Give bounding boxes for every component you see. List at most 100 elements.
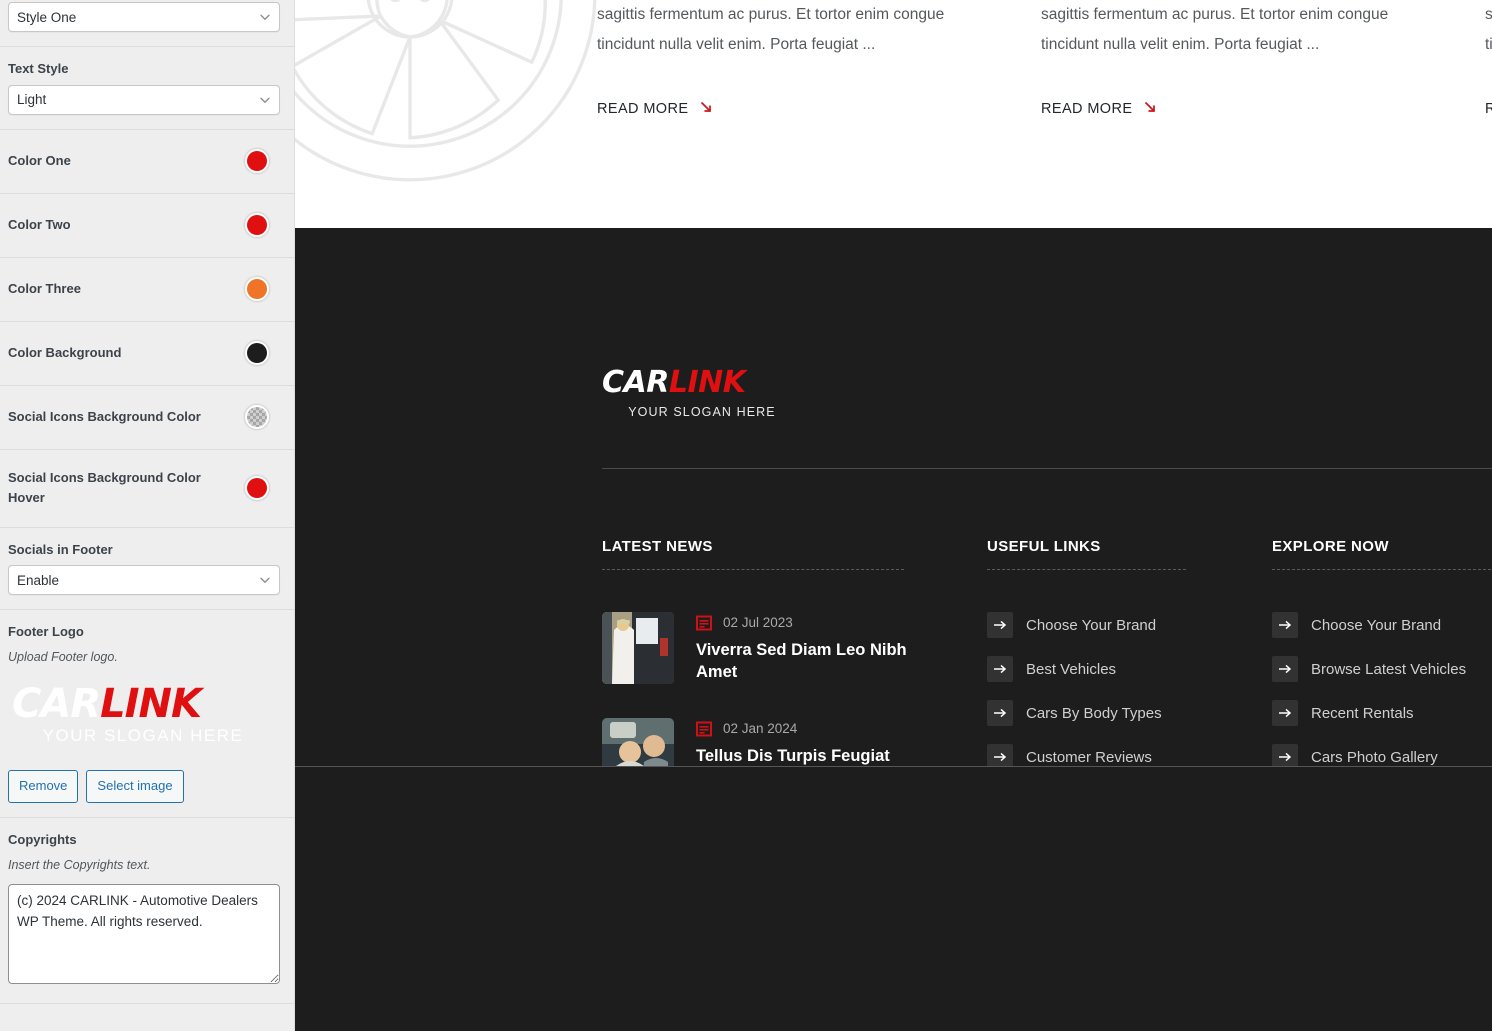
copyrights-section: Copyrights Insert the Copyrights text. — [0, 818, 294, 1005]
posts-excerpt-strip: sagittis fermentum ac purus. Et tortor e… — [295, 0, 1492, 228]
news-date: 02 Jan 2024 — [723, 721, 798, 736]
logo-slogan: YOUR SLOGAN HERE — [42, 726, 244, 746]
list-item-label: Cars By Body Types — [1026, 704, 1162, 722]
heading-dashed-rule — [987, 569, 1186, 570]
explore-now-heading: EXPLORE NOW — [1272, 538, 1389, 555]
social-icons-bg-hover-swatch[interactable] — [244, 475, 270, 501]
text-style-section: Text Style Light — [0, 47, 294, 130]
calendar-icon — [696, 720, 712, 737]
list-item-label: Browse Latest Vehicles — [1311, 660, 1467, 678]
remove-logo-button[interactable]: Remove — [8, 770, 79, 804]
color-three-swatch[interactable] — [244, 276, 270, 302]
list-item-label: Recent Rentals — [1311, 704, 1414, 722]
read-more-link[interactable]: READ MORE — [1485, 100, 1492, 118]
excerpt-column: sagittis fermentum ac purus. Et tortor e… — [1041, 0, 1485, 118]
news-thumbnail-image — [602, 612, 674, 684]
select-image-button[interactable]: Select image — [86, 770, 184, 804]
arrow-right-icon — [987, 656, 1013, 682]
footer-logo-preview: CARLINK YOUR SLOGAN HERE — [8, 676, 280, 756]
list-item-label: Cars Photo Gallery — [1311, 748, 1438, 766]
text-style-select[interactable]: Light — [8, 84, 280, 115]
color-swatch-dot — [247, 279, 267, 299]
list-item-label: Choose Your Brand — [1026, 616, 1157, 634]
news-body: 02 Jul 2023 Viverra Sed Diam Leo Nibh Am… — [696, 612, 911, 684]
copyrights-label: Copyrights — [8, 832, 77, 848]
color-one-swatch[interactable] — [244, 148, 270, 174]
read-more-label: READ MORE — [597, 101, 689, 117]
chevron-down-icon — [259, 94, 271, 106]
transparent-checker-dot — [247, 407, 267, 427]
footer-logo[interactable]: CARLINK YOUR SLOGAN HERE — [602, 228, 1492, 420]
footer-logo-text-link: LINK — [668, 365, 746, 400]
arrow-right-icon — [1272, 612, 1298, 638]
read-more-label: READ MORE — [1485, 101, 1492, 117]
footer-inner: CARLINK YOUR SLOGAN HERE — [295, 228, 1492, 420]
list-item-label: Choose Your Brand — [1311, 616, 1442, 634]
calendar-icon — [696, 614, 712, 631]
latest-news-heading: LATEST NEWS — [602, 538, 713, 555]
excerpt-columns: sagittis fermentum ac purus. Et tortor e… — [597, 0, 1492, 118]
color-two-swatch[interactable] — [244, 212, 270, 238]
style-select[interactable]: Style One — [8, 2, 280, 32]
socials-in-footer-section: Socials in Footer Enable — [0, 527, 294, 610]
logo-text-link: LINK — [100, 681, 202, 728]
heading-dashed-rule — [1272, 569, 1491, 570]
list-item[interactable]: Choose Your Brand — [987, 612, 1272, 638]
news-date-row: 02 Jan 2024 — [696, 720, 911, 737]
read-more-link[interactable]: READ MORE — [1041, 100, 1157, 118]
footer-logo-buttons: Remove Select image — [8, 770, 282, 804]
color-row-color-background[interactable]: Color Background — [0, 322, 294, 386]
news-title[interactable]: Viverra Sed Diam Leo Nibh Amet — [696, 639, 911, 683]
news-item[interactable]: 02 Jul 2023 Viverra Sed Diam Leo Nibh Am… — [602, 612, 987, 684]
excerpt-text: sagittis fermentum ac purus. Et tortor e… — [1485, 6, 1492, 53]
footer-bottom-bar — [295, 767, 1492, 1031]
copyrights-description: Insert the Copyrights text. — [8, 857, 151, 872]
excerpt-text: sagittis fermentum ac purus. Et tortor e… — [597, 6, 945, 53]
social-icons-bg-label: Social Icons Background Color — [8, 408, 201, 424]
footer-logo-text-car: CAR — [602, 365, 669, 400]
socials-in-footer-value: Enable — [17, 572, 60, 588]
social-icons-bg-hover-label: Social Icons Background Color Hover — [8, 469, 201, 505]
style-one-section: Style One — [0, 0, 294, 47]
footer-logo-description: Upload Footer logo. — [8, 649, 118, 664]
news-date-row: 02 Jul 2023 — [696, 614, 911, 631]
arrow-right-icon — [1272, 700, 1298, 726]
copyrights-textarea[interactable] — [8, 884, 280, 985]
color-background-swatch[interactable] — [244, 340, 270, 366]
wheel-watermark-icon — [295, 0, 597, 182]
color-swatch-dot — [247, 343, 267, 363]
color-swatch-dot — [247, 478, 267, 498]
footer-logo-slogan: YOUR SLOGAN HERE — [628, 405, 776, 419]
list-item[interactable]: Best Vehicles — [987, 656, 1272, 682]
social-icons-bg-swatch[interactable] — [244, 404, 270, 430]
list-item-label: Best Vehicles — [1026, 660, 1117, 678]
style-select-value: Style One — [17, 9, 77, 25]
color-three-label: Color Three — [8, 280, 81, 296]
arrow-right-icon — [1272, 656, 1298, 682]
arrow-down-right-icon — [1143, 100, 1157, 118]
socials-in-footer-select[interactable]: Enable — [8, 565, 280, 595]
list-item[interactable]: Cars By Body Types — [987, 700, 1272, 726]
color-row-social-icons-bg-hover[interactable]: Social Icons Background Color Hover — [0, 450, 294, 528]
arrow-right-icon — [987, 612, 1013, 638]
news-date: 02 Jul 2023 — [723, 615, 793, 630]
read-more-label: READ MORE — [1041, 101, 1133, 117]
text-style-label: Text Style — [8, 61, 69, 76]
chevron-down-icon — [259, 574, 271, 586]
color-row-color-one[interactable]: Color One — [0, 130, 294, 194]
footer-logo-section: Footer Logo Upload Footer logo. CARLINK … — [0, 610, 294, 819]
heading-dashed-rule — [602, 569, 904, 570]
color-row-social-icons-bg[interactable]: Social Icons Background Color — [0, 386, 294, 450]
text-style-select-value: Light — [17, 92, 47, 107]
list-item[interactable]: Recent Rentals — [1272, 700, 1492, 726]
customizer-sidebar: Style One Text Style Light Color One Col… — [0, 0, 295, 1031]
read-more-link[interactable]: READ MORE — [597, 100, 713, 118]
news-thumbnail[interactable] — [602, 612, 674, 684]
screen-root: Style One Text Style Light Color One Col… — [0, 0, 1492, 1031]
color-row-color-two[interactable]: Color Two — [0, 194, 294, 258]
list-item[interactable]: Choose Your Brand — [1272, 612, 1492, 638]
color-row-color-three[interactable]: Color Three — [0, 258, 294, 322]
site-preview: sagittis fermentum ac purus. Et tortor e… — [295, 0, 1492, 1031]
list-item[interactable]: Browse Latest Vehicles — [1272, 656, 1492, 682]
excerpt-column: sagittis fermentum ac purus. Et tortor e… — [597, 0, 1041, 118]
